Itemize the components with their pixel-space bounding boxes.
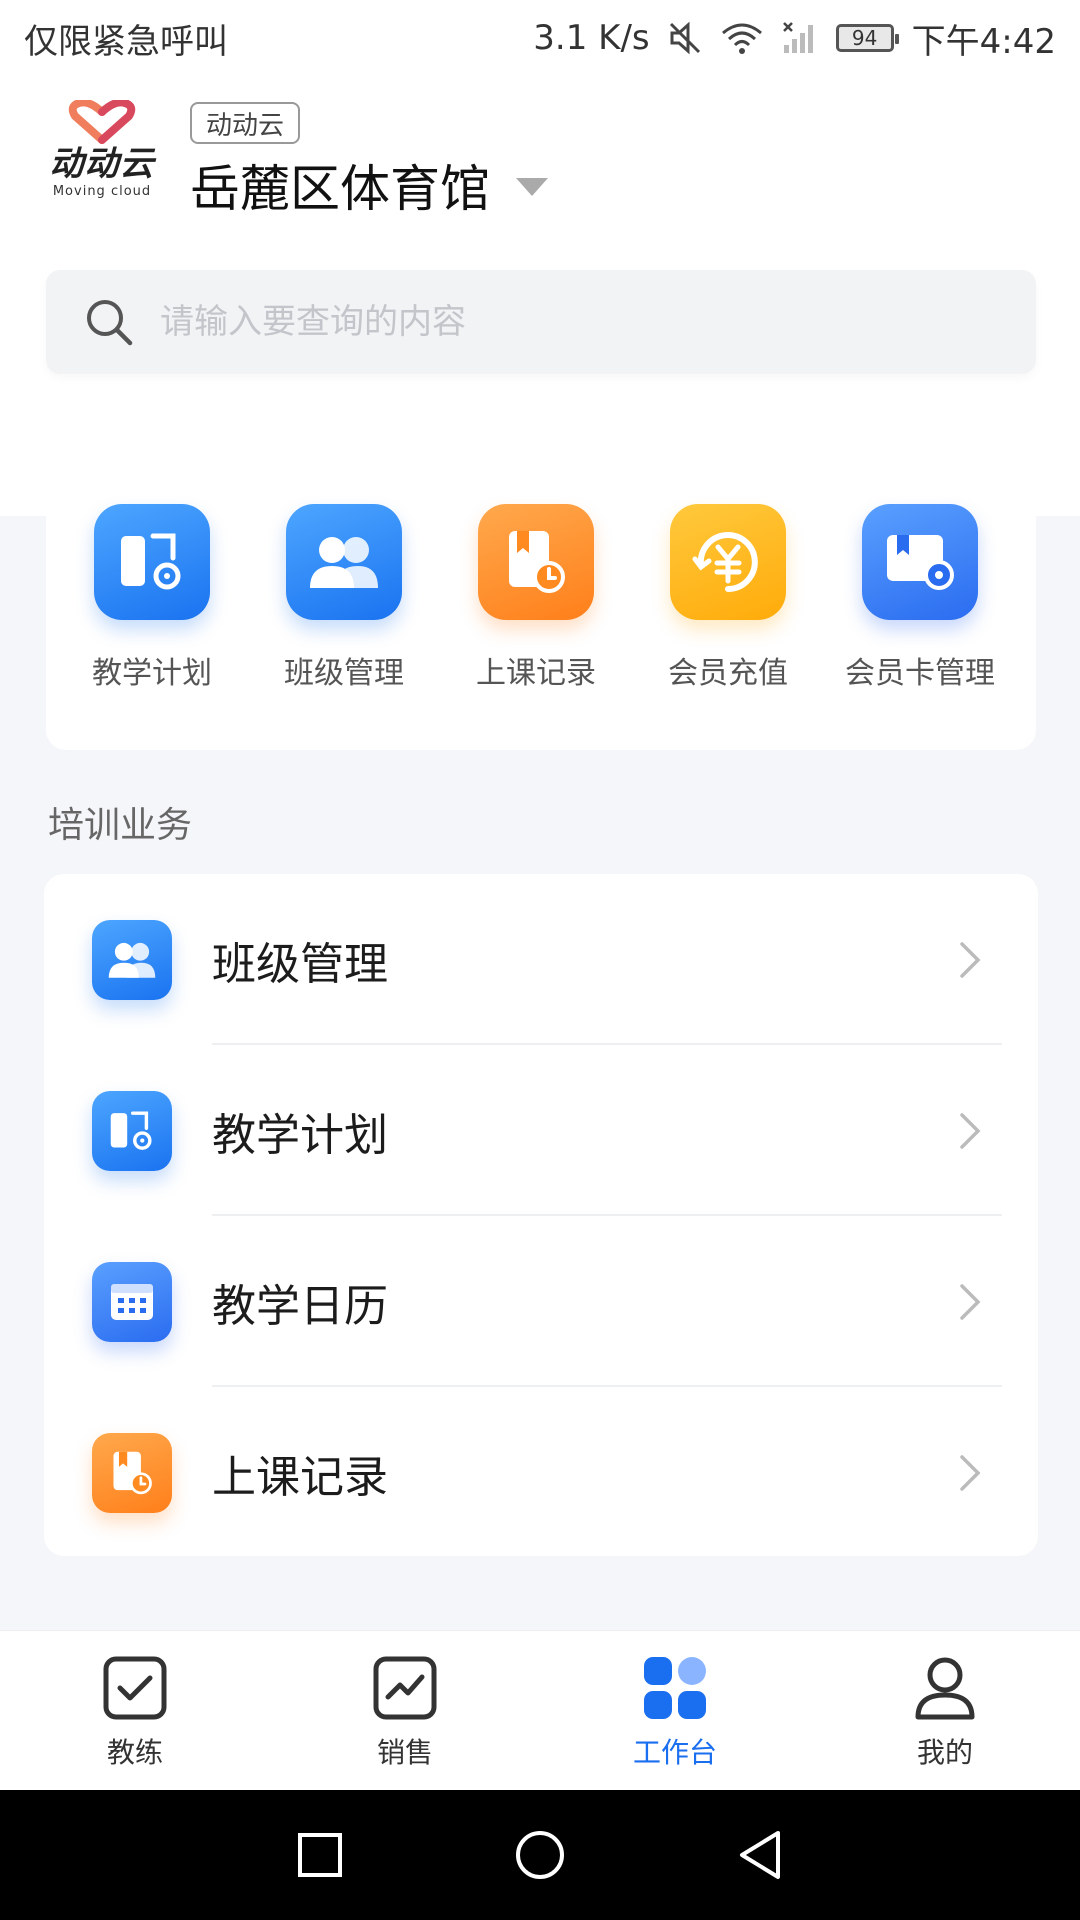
quick-action-class-record[interactable]: 上课记录: [440, 504, 632, 692]
search-input[interactable]: [160, 302, 920, 342]
venue-name: 岳麓区体育馆: [190, 160, 490, 218]
tab-mine[interactable]: 我的: [810, 1631, 1080, 1790]
list-item-label: 教学计划: [212, 1109, 388, 1161]
quick-actions-grid: 教学计划 班级管理 上课记录 会员充值 会员卡管理: [46, 504, 1036, 692]
top-section: 动动云 Moving cloud 动动云 岳麓区体育馆: [0, 76, 1080, 516]
battery-level: 94: [851, 26, 878, 50]
chevron-right-icon: [960, 1283, 981, 1320]
tab-label: 教练: [106, 1736, 163, 1769]
tab-label: 我的: [916, 1736, 973, 1769]
recharge-icon: [670, 504, 786, 620]
record-icon: [478, 504, 594, 620]
quick-action-teaching-plan[interactable]: 教学计划: [56, 504, 248, 692]
list-item-label: 上课记录: [212, 1451, 388, 1503]
check-square-icon: [103, 1656, 167, 1720]
chevron-right-icon: [960, 941, 981, 978]
logo-subtext: Moving cloud: [52, 184, 152, 199]
search-bar[interactable]: [46, 270, 1036, 374]
list-item-class-record[interactable]: 上课记录: [44, 1387, 1038, 1556]
quick-action-member-card[interactable]: 会员卡管理: [824, 504, 1016, 692]
mute-icon: [668, 21, 702, 55]
status-bar: 仅限紧急呼叫 3.1 K/s 94 下午4:42: [0, 0, 1080, 76]
quick-action-label: 会员卡管理: [845, 656, 995, 691]
plan-icon: [92, 1090, 172, 1171]
card-icon: [862, 504, 978, 620]
chart-square-icon: [373, 1656, 437, 1720]
logo-text: 动动云: [49, 144, 155, 184]
status-right: 3.1 K/s 94 下午4:42: [533, 14, 1056, 63]
grid-icon: [644, 1657, 706, 1719]
battery-icon: 94: [835, 24, 899, 52]
class-icon: [92, 919, 172, 1000]
user-icon: [915, 1657, 975, 1720]
status-time: 下午4:42: [911, 21, 1056, 62]
tab-label: 工作台: [632, 1736, 717, 1769]
training-list-card: 班级管理 教学计划 教学日历 上课记录: [44, 874, 1038, 1556]
quick-action-label: 上课记录: [476, 656, 596, 691]
section-title: 培训业务: [48, 805, 193, 846]
header: 动动云 Moving cloud 动动云 岳麓区体育馆: [0, 76, 1080, 256]
search-icon: [87, 300, 133, 346]
quick-action-label: 班级管理: [284, 656, 404, 691]
chevron-right-icon: [960, 1454, 981, 1491]
calendar-icon: [92, 1261, 172, 1342]
record-icon: [92, 1432, 172, 1513]
venue-selector[interactable]: 岳麓区体育馆: [190, 150, 548, 220]
recents-square-icon[interactable]: [296, 1831, 344, 1879]
bottom-tab-bar: 教练 销售 工作台 我的: [0, 1630, 1080, 1790]
list-item-label: 教学日历: [212, 1280, 388, 1332]
status-left-text: 仅限紧急呼叫: [24, 21, 228, 62]
quick-action-class-management[interactable]: 班级管理: [248, 504, 440, 692]
quick-action-label: 教学计划: [92, 656, 212, 691]
list-item-label: 班级管理: [212, 938, 388, 990]
brand-tag: 动动云: [190, 102, 301, 144]
chevron-right-icon: [960, 1112, 981, 1149]
wifi-icon: [720, 21, 764, 55]
back-triangle-icon[interactable]: [736, 1829, 784, 1881]
list-item-class-management[interactable]: 班级管理: [44, 874, 1038, 1045]
tab-coach[interactable]: 教练: [0, 1631, 270, 1790]
caret-down-icon: [516, 178, 548, 196]
quick-action-member-recharge[interactable]: 会员充值: [632, 504, 824, 692]
net-speed: 3.1 K/s: [533, 18, 650, 58]
quick-actions-card: 教学计划 班级管理 上课记录 会员充值 会员卡管理: [46, 460, 1036, 750]
app-logo: 动动云 Moving cloud: [44, 100, 160, 210]
tab-workbench[interactable]: 工作台: [540, 1631, 810, 1790]
logo-heart-icon: [68, 100, 136, 144]
quick-action-label: 会员充值: [668, 656, 788, 691]
tab-label: 销售: [376, 1736, 433, 1769]
home-circle-icon[interactable]: [514, 1829, 566, 1881]
signal-icon: [782, 21, 818, 55]
plan-icon: [94, 504, 210, 620]
tab-sales[interactable]: 销售: [270, 1631, 540, 1790]
list-item-teaching-calendar[interactable]: 教学日历: [44, 1216, 1038, 1387]
class-icon: [286, 504, 402, 620]
system-nav-bar: [0, 1790, 1080, 1920]
list-item-teaching-plan[interactable]: 教学计划: [44, 1045, 1038, 1216]
